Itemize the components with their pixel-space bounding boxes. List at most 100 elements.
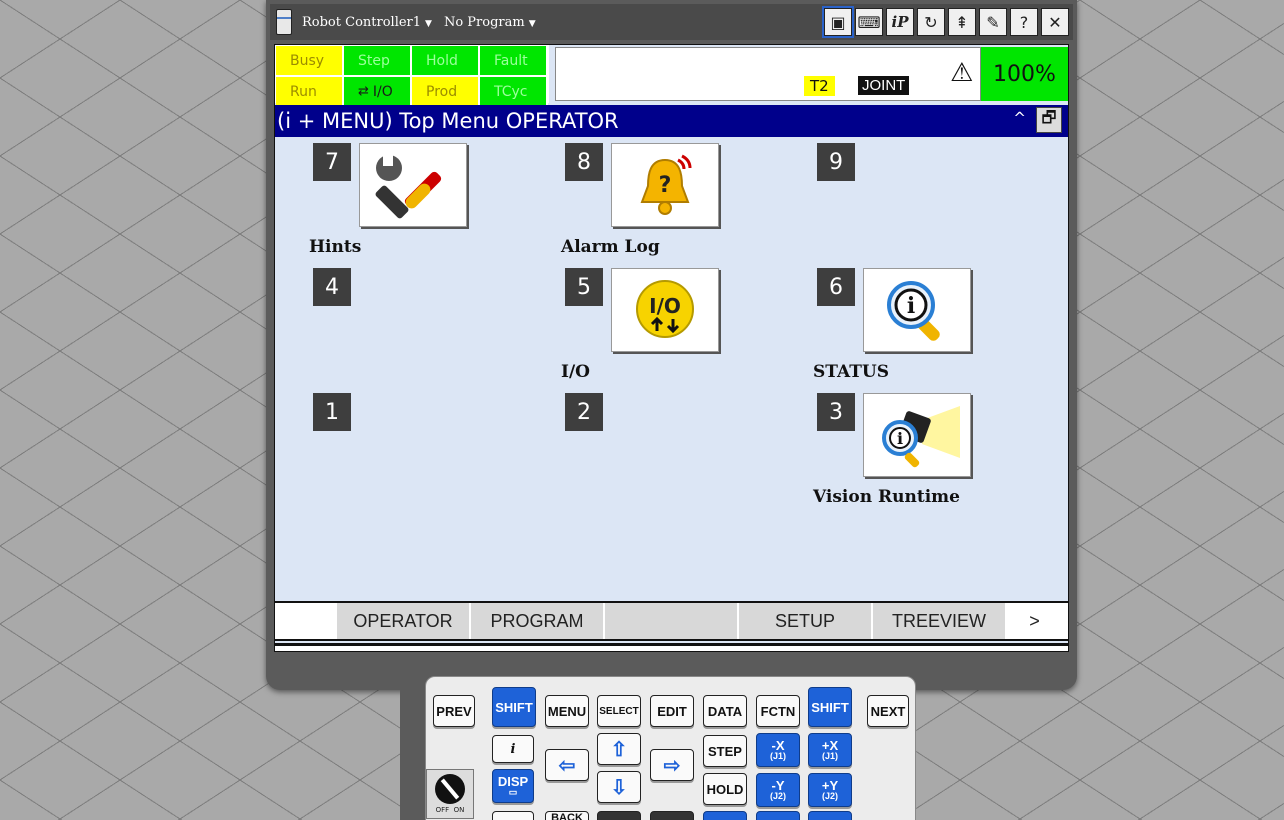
plus-x-key[interactable]: +X (J1) xyxy=(808,733,852,767)
item-key[interactable] xyxy=(597,811,641,820)
vision-info-icon[interactable]: i xyxy=(863,393,971,477)
fkey-blank[interactable] xyxy=(605,603,739,639)
teach-pendant-icon[interactable]: ▣ xyxy=(822,6,854,38)
status-fault: Fault xyxy=(480,46,548,75)
select-key[interactable]: SELECT xyxy=(597,695,641,727)
menu-number-9[interactable]: 9 xyxy=(817,143,855,181)
left-arrow-key[interactable]: ⇦ xyxy=(545,749,589,781)
status-tcyc: TCyc xyxy=(480,77,548,106)
fkey-setup[interactable]: SETUP xyxy=(739,603,873,639)
status-message-area: T2 JOINT ⚠ xyxy=(555,47,981,101)
menu-tile-2: 2 xyxy=(565,393,805,513)
fkey-spacer xyxy=(275,603,337,639)
refresh-icon[interactable]: ↻ xyxy=(917,8,945,36)
warning-icon: ⚠ xyxy=(950,58,974,88)
right-arrow-key[interactable]: ⇨ xyxy=(650,749,694,781)
reset-key[interactable] xyxy=(492,811,534,820)
fkey-operator[interactable]: OPERATOR xyxy=(337,603,471,639)
menu-number-5[interactable]: 5 xyxy=(565,268,603,306)
menu-tile-8: 8 ? Alarm Log xyxy=(561,143,805,263)
menu-tile-3: 3 i Vision Runtime xyxy=(813,393,1057,513)
alarm-bell-icon[interactable]: ? xyxy=(611,143,719,227)
back-key[interactable]: BACK xyxy=(545,811,589,820)
minus-x-sub: (J1) xyxy=(769,751,786,761)
svg-text:I/O: I/O xyxy=(649,294,681,318)
svg-text:i: i xyxy=(897,429,903,448)
menu-tile-9: 9 xyxy=(817,143,1057,263)
controller-selector[interactable]: Robot Controller1 ▼ xyxy=(302,15,432,30)
status-step: Step xyxy=(344,46,412,75)
program-selector[interactable]: No Program ▼ xyxy=(444,15,536,30)
svg-text:i: i xyxy=(907,293,915,319)
menu-tile-5: 5 I/O I/O xyxy=(561,268,805,388)
menu-title-bar: (i + MENU) Top Menu OPERATOR ^ 🗗 xyxy=(275,105,1068,137)
next-key[interactable]: NEXT xyxy=(867,695,909,727)
fctn-key[interactable]: FCTN xyxy=(756,695,800,727)
controller-name: Robot Controller1 xyxy=(302,14,422,30)
disp-window-icon: ▭ xyxy=(508,787,518,797)
help-icon[interactable]: ? xyxy=(1010,8,1038,36)
close-icon[interactable]: ✕ xyxy=(1041,8,1069,36)
data-key[interactable]: DATA xyxy=(703,695,747,727)
menu-number-2[interactable]: 2 xyxy=(565,393,603,431)
menu-label-status: STATUS xyxy=(813,362,890,382)
edit-key[interactable]: EDIT xyxy=(650,695,694,727)
enable-switch[interactable]: OFF ON xyxy=(426,769,474,819)
shift-key-right[interactable]: SHIFT xyxy=(808,687,852,727)
menu-number-7[interactable]: 7 xyxy=(313,143,351,181)
function-key-bar: OPERATOR PROGRAM SETUP TREEVIEW > xyxy=(275,601,1068,641)
minus-y-sub: (J2) xyxy=(769,791,786,801)
ip-icon[interactable]: iP xyxy=(886,8,914,36)
hold-key[interactable]: HOLD xyxy=(703,773,747,805)
info-key[interactable]: i xyxy=(492,735,534,763)
menu-number-6[interactable]: 6 xyxy=(817,268,855,306)
menu-key[interactable]: MENU xyxy=(545,695,589,727)
plus-x-sub: (J1) xyxy=(821,751,838,761)
menu-tile-1: 1 xyxy=(313,393,553,513)
menu-number-3[interactable]: 3 xyxy=(817,393,855,431)
menu-number-1[interactable]: 1 xyxy=(313,393,351,431)
plus-y-sub: (J2) xyxy=(821,791,838,801)
keyboard-icon[interactable]: ⌨ xyxy=(855,8,883,36)
shift-key-left[interactable]: SHIFT xyxy=(492,687,536,727)
dial-icon xyxy=(435,774,465,804)
enable-switch-label: OFF ON xyxy=(435,806,465,814)
fkey-treeview[interactable]: TREEVIEW xyxy=(873,603,1007,639)
speed-override: 100% xyxy=(981,47,1068,101)
plus-y-key[interactable]: +Y (J2) xyxy=(808,773,852,807)
minus-y-key[interactable]: -Y (J2) xyxy=(756,773,800,807)
restore-window-icon[interactable]: 🗗 xyxy=(1036,107,1062,133)
screen-bottom-edge xyxy=(275,643,1068,651)
chevron-up-icon[interactable]: ^ xyxy=(1013,109,1026,127)
jog-icon[interactable]: ⇞ xyxy=(948,8,976,36)
plus-z-key[interactable]: +Z xyxy=(808,811,852,820)
menu-tile-6: 6 i STATUS xyxy=(813,268,1057,388)
prev-key[interactable]: PREV xyxy=(433,695,475,727)
minus-z-key[interactable]: -Z xyxy=(756,811,800,820)
step-key[interactable]: STEP xyxy=(703,735,747,767)
top-menu-grid: 7 Hints 8 ? Alarm Log 9 4 5 I/O I/O 6 i … xyxy=(275,137,1068,599)
status-indicators: Busy Step Hold Fault Run ⇄ I/O Prod TCyc xyxy=(275,45,549,106)
wrench-screwdriver-icon[interactable] xyxy=(359,143,467,227)
menu-label-vision-runtime: Vision Runtime xyxy=(813,487,960,507)
down-arrow-key[interactable]: ⇩ xyxy=(597,771,641,803)
menu-number-4[interactable]: 4 xyxy=(313,268,351,306)
status-run: Run xyxy=(276,77,344,106)
status-io-label: I/O xyxy=(372,83,393,100)
page-title: (i + MENU) Top Menu OPERATOR xyxy=(277,109,619,133)
minus-x-key[interactable]: -X (J1) xyxy=(756,733,800,767)
menu-tile-7: 7 Hints xyxy=(309,143,553,263)
fkey-program[interactable]: PROGRAM xyxy=(471,603,605,639)
title-bar: Robot Controller1 ▼ No Program ▼ ▣ ⌨ iP ↻ … xyxy=(270,4,1073,40)
edit-icon[interactable]: ✎ xyxy=(979,8,1007,36)
disp-key[interactable]: DISP ▭ xyxy=(492,769,534,803)
coord-key[interactable] xyxy=(703,811,747,820)
io-icon[interactable]: I/O xyxy=(611,268,719,352)
menu-number-8[interactable]: 8 xyxy=(565,143,603,181)
enter-key[interactable] xyxy=(650,811,694,820)
info-magnifier-icon[interactable]: i xyxy=(863,268,971,352)
up-arrow-key[interactable]: ⇧ xyxy=(597,733,641,765)
pendant-screen: Busy Step Hold Fault Run ⇄ I/O Prod TCyc … xyxy=(274,44,1069,652)
fkey-next-page[interactable]: > xyxy=(1007,603,1064,639)
menu-label-hints: Hints xyxy=(309,237,362,257)
